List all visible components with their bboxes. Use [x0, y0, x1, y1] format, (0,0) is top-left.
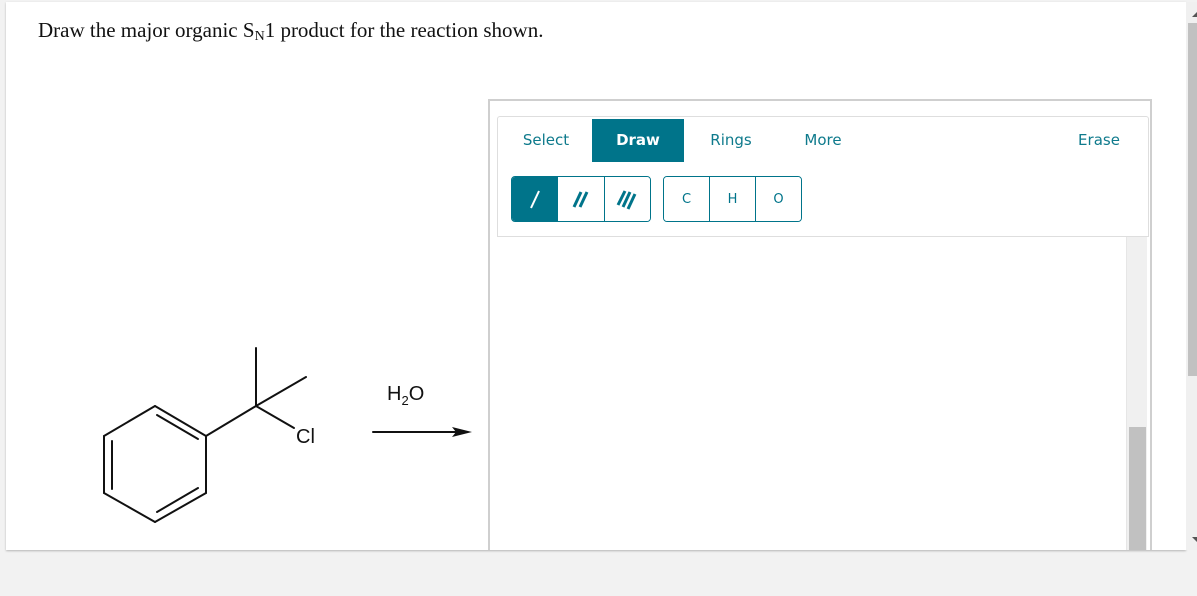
tab-select[interactable]: Select [506, 117, 586, 164]
single-bond-icon [529, 190, 540, 209]
ring-bond [154, 405, 207, 437]
question-card: Draw the major organic SN1 product for t… [6, 2, 1186, 550]
molecule-sketcher: Select Draw Rings More Erase C H O [488, 99, 1152, 550]
scroll-down-arrow-icon[interactable] [1192, 537, 1197, 542]
drawing-canvas[interactable] [497, 237, 1147, 550]
page-scrollbar[interactable] [1186, 2, 1197, 550]
double-bond-button[interactable] [558, 177, 605, 221]
bond-tool-group [511, 176, 651, 222]
tab-more[interactable]: More [788, 117, 858, 164]
tab-rings[interactable]: Rings [694, 117, 768, 164]
single-bond-button[interactable] [512, 177, 559, 221]
canvas-scrollbar-thumb[interactable] [1129, 427, 1146, 550]
reaction-scheme: Cl H2O [86, 332, 486, 532]
methyl-bond [255, 376, 307, 407]
atom-c-button[interactable]: C [664, 177, 710, 221]
double-bond-icon [572, 191, 589, 208]
atom-tool-group: C H O [663, 176, 802, 222]
draw-toolbar: C H O [497, 164, 1149, 237]
chlorine-label: Cl [296, 426, 315, 448]
reactant-structure: Cl H2O [103, 347, 472, 523]
erase-button[interactable]: Erase [1064, 117, 1134, 164]
c-cl-bond [255, 405, 295, 429]
sketcher-tabbar: Select Draw Rings More Erase [497, 116, 1149, 165]
scroll-up-arrow-icon[interactable] [1192, 12, 1197, 17]
triple-bond-icon [616, 190, 637, 210]
tab-draw[interactable]: Draw [592, 119, 684, 162]
aryl-carbon-bond [205, 405, 257, 437]
reagent-label: H2O [387, 383, 424, 408]
ring-bond [103, 492, 156, 523]
question-text: Draw the major organic SN1 product for t… [38, 18, 544, 44]
atom-h-button[interactable]: H [710, 177, 756, 221]
page-scrollbar-thumb[interactable] [1188, 23, 1197, 376]
ring-bond [103, 405, 156, 437]
atom-o-button[interactable]: O [756, 177, 801, 221]
triple-bond-button[interactable] [604, 177, 650, 221]
canvas-scrollbar[interactable] [1126, 237, 1147, 550]
